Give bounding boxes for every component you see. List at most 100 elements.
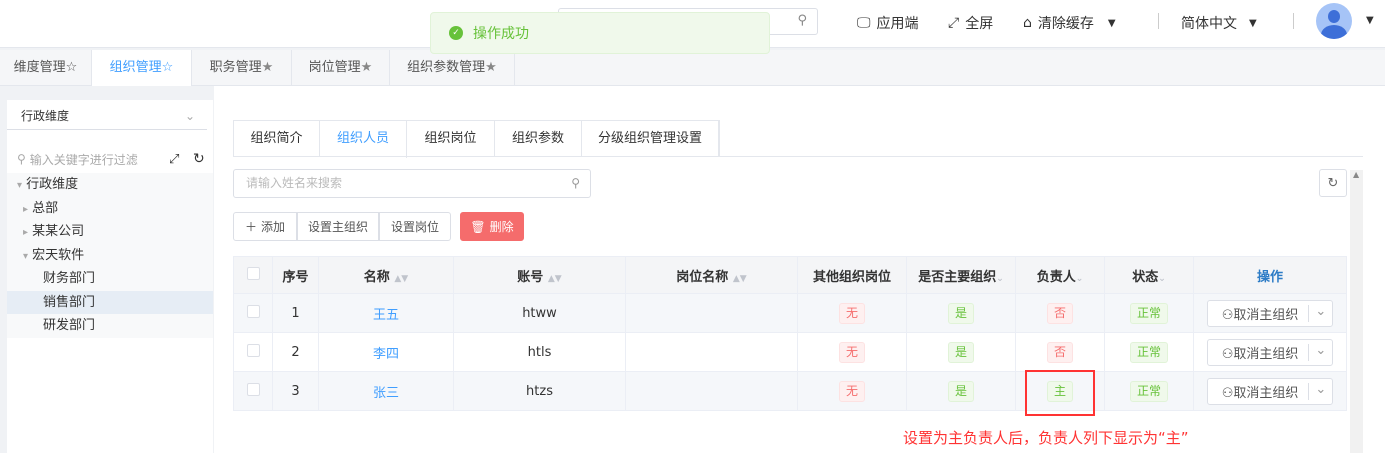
monitor-icon: 🖵 — [857, 15, 871, 31]
tree-node[interactable]: 研发部门 — [7, 314, 213, 338]
fullscreen-button[interactable]: ⤢ 全屏 — [948, 13, 993, 33]
caret-down-icon[interactable]: ▼ — [1366, 15, 1374, 26]
caret-icon[interactable]: ▸ — [23, 227, 28, 238]
cell-leader: 否 — [1015, 332, 1105, 372]
name-link[interactable]: 王五 — [373, 308, 399, 323]
tab-organization[interactable]: 组织管理☆ — [92, 50, 192, 86]
col-post[interactable]: 岗位名称 ▲▼ — [625, 256, 798, 294]
name-link[interactable]: 张三 — [373, 386, 399, 401]
set-post-button[interactable]: 设置岗位 — [379, 212, 451, 241]
dimension-value: 行政维度 — [21, 109, 70, 123]
chevron-down-icon[interactable]: ⌄ — [1308, 343, 1332, 361]
tree-node[interactable]: ▸ 总部 — [7, 197, 213, 221]
cell-leader: 否 — [1015, 293, 1105, 333]
col-leader[interactable]: 负责人⌄ — [1015, 256, 1105, 294]
table-row[interactable]: 1 王五 htww 无 是 否 正常 ⚇取消主组织 ⌄ — [233, 293, 1347, 333]
broom-icon: ⌂ — [1023, 15, 1032, 31]
tab-dimension[interactable]: 维度管理☆ — [0, 50, 92, 86]
col-status[interactable]: 状态⌄ — [1104, 256, 1194, 294]
star-icon[interactable]: ☆ — [162, 60, 174, 75]
tree-node[interactable]: ▾ 宏天软件 — [7, 244, 213, 268]
row-checkbox[interactable] — [246, 343, 260, 357]
table-row[interactable]: 3 张三 htzs 无 是 主 正常 ⚇取消主组织 ⌄ — [233, 371, 1347, 411]
name-search-input[interactable]: 请输入姓名来搜索 ⚲ — [233, 169, 591, 198]
clear-cache-button[interactable]: ⌂ 清除缓存 ▼ — [1023, 13, 1116, 33]
refresh-icon[interactable]: ↻ — [193, 151, 205, 167]
status-tag: 正常 — [1129, 380, 1168, 402]
other-posts-tag: 无 — [838, 341, 865, 363]
set-main-org-button[interactable]: 设置主组织 — [297, 212, 379, 241]
cell-status: 正常 — [1104, 371, 1194, 411]
sort-icon[interactable]: ▲▼ — [548, 274, 562, 284]
tree-node-label: 某某公司 — [32, 224, 85, 239]
add-label: 添加 — [261, 220, 286, 234]
cancel-main-org-button[interactable]: ⚇取消主组织 ⌄ — [1206, 338, 1334, 366]
main-org-tag: 是 — [947, 302, 974, 324]
cell-name: 张三 — [318, 371, 454, 411]
tab-org-params[interactable]: 组织参数管理★ — [390, 50, 515, 86]
chevron-down-icon[interactable]: ⌄ — [1308, 382, 1332, 400]
table-row[interactable]: 2 李四 htls 无 是 否 正常 ⚇取消主组织 ⌄ — [233, 332, 1347, 372]
cancel-main-org-button[interactable]: ⚇取消主组织 ⌄ — [1206, 377, 1334, 405]
cell-no: 3 — [272, 371, 319, 411]
scroll-up-icon[interactable]: ▲ — [1353, 170, 1359, 179]
user-icon: ⚇ — [1221, 385, 1234, 401]
cell-other-posts: 无 — [797, 293, 907, 333]
cell-post — [625, 332, 798, 372]
tab-org-posts[interactable]: 组织岗位 — [407, 121, 495, 157]
search-icon: ⚲ — [17, 152, 26, 166]
tab-job[interactable]: 职务管理★ — [192, 50, 292, 86]
chevron-down-icon[interactable]: ⌄ — [996, 274, 1004, 284]
star-icon[interactable]: ★ — [262, 60, 274, 75]
plus-icon: ＋ — [244, 220, 257, 234]
star-icon[interactable]: ★ — [361, 60, 373, 75]
select-all-checkbox[interactable] — [246, 266, 260, 280]
chevron-down-icon[interactable]: ⌄ — [1158, 274, 1166, 284]
col-account[interactable]: 账号 ▲▼ — [453, 256, 626, 294]
col-name[interactable]: 名称 ▲▼ — [318, 256, 454, 294]
tab-org-members[interactable]: 组织人员 — [320, 121, 407, 158]
cancel-main-org-button[interactable]: ⚇取消主组织 ⌄ — [1206, 299, 1334, 327]
dimension-select[interactable]: 行政维度 ⌄ — [7, 103, 207, 130]
sort-icon[interactable]: ▲▼ — [394, 274, 408, 284]
tree-filter-input[interactable]: ⚲ 输入关键字进行过滤 ⤢ ↻ — [7, 145, 213, 173]
tab-post[interactable]: 岗位管理★ — [292, 50, 390, 86]
chevron-down-icon[interactable]: ⌄ — [1308, 304, 1332, 322]
tree-node-selected[interactable]: 销售部门 — [7, 290, 213, 314]
cell-name: 李四 — [318, 332, 454, 372]
sort-icon[interactable]: ▲▼ — [733, 274, 747, 284]
row-checkbox[interactable] — [246, 304, 260, 318]
add-button[interactable]: ＋ 添加 — [233, 212, 297, 241]
name-link[interactable]: 李四 — [373, 347, 399, 362]
scrollbar[interactable]: ▲ — [1350, 170, 1363, 453]
tab-hierarchy-settings[interactable]: 分级组织管理设置 — [582, 121, 719, 157]
caret-icon[interactable]: ▸ — [23, 204, 28, 215]
tab-org-intro[interactable]: 组织简介 — [234, 121, 320, 157]
col-main-org[interactable]: 是否主要组织⌄ — [906, 256, 1016, 294]
col-actions: 操作 — [1193, 256, 1347, 294]
col-label: 账号 — [517, 269, 544, 285]
row-checkbox[interactable] — [246, 382, 260, 396]
star-icon[interactable]: ☆ — [66, 60, 78, 75]
tree-node[interactable]: ▸ 某某公司 — [7, 220, 213, 244]
refresh-button[interactable]: ↻ — [1319, 169, 1347, 197]
status-tag: 正常 — [1129, 302, 1168, 324]
divider — [1293, 13, 1294, 29]
language-select[interactable]: 简体中文 ▼ — [1181, 13, 1257, 33]
expand-icon[interactable]: ⤢ — [169, 152, 179, 167]
tree-node-label: 研发部门 — [43, 318, 96, 333]
avatar[interactable] — [1316, 3, 1352, 39]
star-icon[interactable]: ★ — [485, 60, 497, 75]
caret-icon[interactable]: ▾ — [23, 251, 28, 262]
chevron-down-icon[interactable]: ⌄ — [1076, 274, 1084, 284]
clear-cache-label: 清除缓存 — [1037, 16, 1094, 32]
tree-node[interactable]: 财务部门 — [7, 267, 213, 291]
toast-message: 操作成功 — [473, 26, 529, 42]
delete-button[interactable]: 🗑 删除 — [460, 212, 524, 241]
client-button[interactable]: 🖵 应用端 — [857, 13, 919, 33]
tab-label: 岗位管理 — [308, 60, 361, 75]
tab-org-params[interactable]: 组织参数 — [495, 121, 582, 157]
caret-icon[interactable]: ▾ — [17, 180, 22, 191]
language-label: 简体中文 — [1181, 16, 1237, 32]
tree-node[interactable]: ▾ 行政维度 — [7, 173, 213, 197]
